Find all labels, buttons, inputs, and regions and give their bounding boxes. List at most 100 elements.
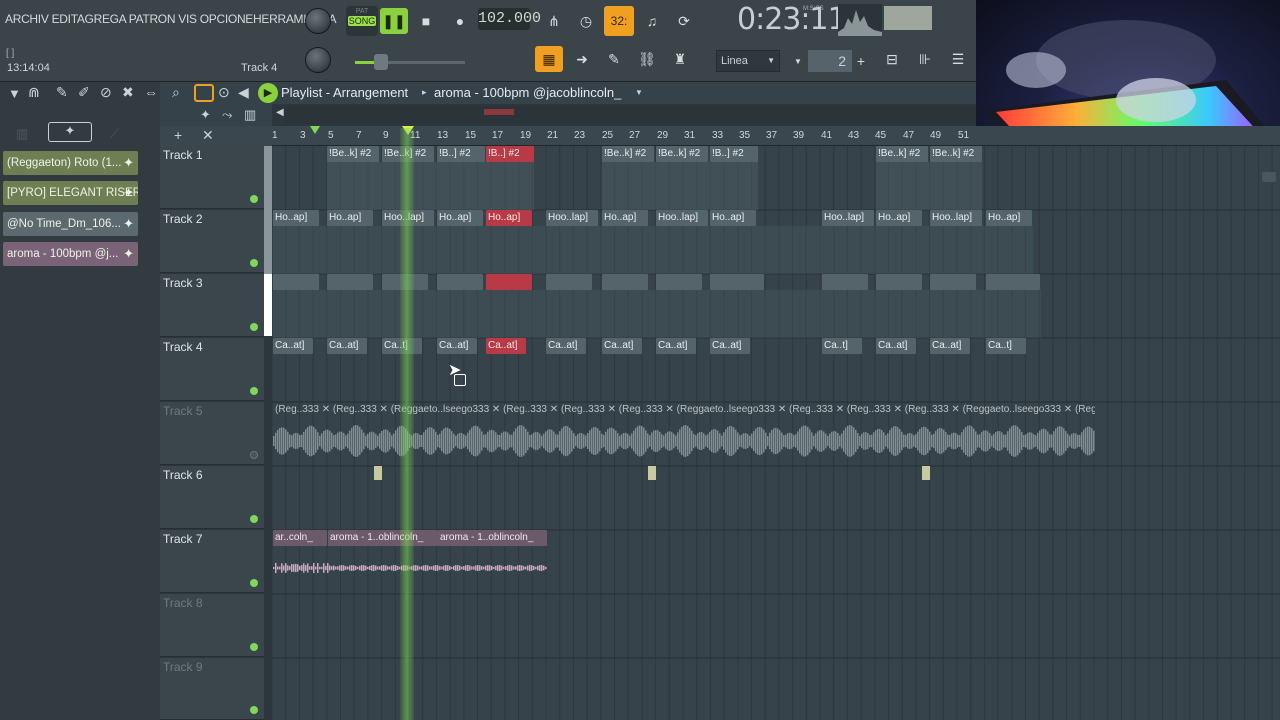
clip-track4[interactable]: Ca..at] [273, 338, 313, 354]
song-overview-bar[interactable] [284, 106, 976, 124]
pat-song-toggle[interactable]: PAT SONG [346, 6, 378, 36]
loop-record-button[interactable]: ⟳ [670, 8, 698, 34]
wait-record-button[interactable]: ◷ [572, 8, 600, 34]
clip-track1-selected[interactable]: !B..] #2 [486, 146, 534, 162]
picker-pattern-tab[interactable]: ▥ [16, 126, 28, 142]
record-button[interactable]: ● [446, 8, 474, 34]
link-button[interactable]: ⛓ [633, 46, 661, 72]
clip-track4[interactable]: Ca..t] [822, 338, 862, 354]
master-pitch-knob[interactable] [305, 47, 331, 73]
stop-button[interactable]: ■ [412, 8, 440, 34]
tempo-display[interactable]: 102.000 [478, 8, 541, 30]
track-header-8[interactable]: Track 8 [160, 594, 264, 657]
audio-clip-track7[interactable]: ar..coln_ [273, 530, 327, 546]
mixer-button[interactable]: ⊟ [878, 46, 906, 72]
audio-clip-labels-track5[interactable]: (Reg..333 ✕ (Reg..333 ✕ (Reggaeto..lseeg… [273, 402, 1095, 418]
close-icon[interactable]: ✕ [202, 127, 214, 144]
clip-track3[interactable] [273, 274, 319, 290]
clip-track3[interactable] [930, 274, 976, 290]
track-active-toggle[interactable] [250, 323, 258, 331]
playlist-grid[interactable]: !Be..k] #2 !Be..k] #2 !B..] #2 !B..] #2 … [272, 146, 1280, 720]
clip-track2[interactable]: Ho..ap] [273, 210, 319, 226]
channel-item-elegant-riser[interactable]: [PYRO] ELEGANT RISER ✦ [3, 181, 138, 205]
clip-track4-selected[interactable]: Ca..at] [486, 338, 526, 354]
clip-track2[interactable]: Hoo..lap] [822, 210, 874, 226]
time-display[interactable]: 0:23:11 [737, 2, 847, 37]
pitch-slider-thumb[interactable] [374, 54, 388, 70]
delete-tool-button[interactable]: ⊘ [100, 84, 112, 101]
paint-tool-button[interactable]: ✐ [78, 84, 90, 101]
timeline-ruler[interactable]: 1 3 5 7 9 11 13 15 17 19 21 23 25 27 29 … [272, 126, 1280, 146]
playlist-menu-arrow[interactable]: ▼ [8, 86, 21, 101]
clip-track4[interactable]: Ca..at] [876, 338, 916, 354]
track-active-toggle[interactable] [250, 387, 258, 395]
clip-track3-selected[interactable] [486, 274, 532, 290]
track-header-3[interactable]: Track 3 [160, 274, 264, 337]
track-header-5[interactable]: Track 5 [160, 402, 264, 465]
automation-marker[interactable] [648, 466, 656, 480]
automation-marker[interactable] [374, 466, 382, 480]
zoom-tool-button[interactable]: ⌕ [172, 84, 180, 101]
master-volume-knob[interactable] [305, 8, 331, 34]
clip-track2[interactable]: Ho..ap] [602, 210, 648, 226]
zoom-button[interactable]: ⊙ [218, 84, 230, 101]
step-display-button[interactable]: 32: [604, 6, 634, 36]
menu-vista[interactable]: VIS [178, 12, 197, 26]
clip-track2[interactable]: Ho..ap] [876, 210, 922, 226]
clip-track4[interactable]: Ca..at] [656, 338, 696, 354]
metronome-button[interactable]: ⋔ [540, 8, 568, 34]
clip-track3[interactable] [656, 274, 702, 290]
draw-tool-button[interactable]: ✎ [56, 84, 68, 101]
step-increase-button[interactable]: + [852, 48, 870, 74]
track-header-1[interactable]: Track 1 [160, 146, 264, 209]
clip-track3[interactable] [876, 274, 922, 290]
clip-track3[interactable] [602, 274, 648, 290]
snap-select[interactable]: Linea ▼ [716, 50, 780, 72]
clip-track2-selected[interactable]: Ho..ap] [486, 210, 532, 226]
clip-track3[interactable] [546, 274, 592, 290]
picker-audio-tab[interactable]: ✦ [48, 122, 92, 142]
clip-track2[interactable]: Ho..ap] [327, 210, 373, 226]
loop-start-marker[interactable] [310, 126, 320, 134]
track-active-toggle[interactable] [250, 195, 258, 203]
clip-track2[interactable]: Hoo..lap] [546, 210, 598, 226]
automation-marker[interactable] [922, 466, 930, 480]
vertical-scrollbar-thumb[interactable] [1262, 172, 1276, 182]
channel-item-aroma[interactable]: aroma - 100bpm @j... ✦ [3, 242, 138, 266]
clip-track4[interactable]: Ca..at] [710, 338, 750, 354]
pencil-tool-button[interactable]: ✎ [600, 46, 628, 72]
clip-track4[interactable]: Ca..t] [986, 338, 1026, 354]
clip-track3[interactable] [710, 274, 764, 290]
clip-track4[interactable]: Ca..at] [602, 338, 642, 354]
next-button[interactable]: ➜ [568, 46, 596, 72]
clip-track1[interactable]: !Be..k] #2 [327, 146, 379, 162]
clip-track1[interactable]: !B..] #2 [437, 146, 485, 162]
track-header-6[interactable]: Track 6 [160, 466, 264, 529]
menu-edita[interactable]: EDITA [52, 12, 85, 26]
menu-opciones[interactable]: OPCIONE [200, 12, 254, 26]
clip-track3[interactable] [986, 274, 1040, 290]
step-decrease-button[interactable]: ▼ [790, 48, 806, 74]
channel-rack-button[interactable]: ⊪ [911, 46, 939, 72]
menu-patron[interactable]: PATRON [129, 12, 176, 26]
clip-track1[interactable]: !Be..k] #2 [876, 146, 928, 162]
clip-track2[interactable]: Ho..ap] [437, 210, 483, 226]
clip-track4[interactable]: Ca..at] [546, 338, 586, 354]
blend-notes-button[interactable]: ♫ [638, 8, 666, 34]
stamp-button[interactable]: ♜ [666, 46, 694, 72]
menu-agrega[interactable]: GREGA [85, 12, 126, 26]
clip-track4[interactable]: Ca..at] [327, 338, 367, 354]
clip-track3[interactable] [822, 274, 868, 290]
typing-keyboard-button[interactable]: ▦ [535, 46, 563, 72]
menu-archivo[interactable]: ARCHIV [5, 12, 49, 26]
current-pattern-name[interactable]: aroma - 100bpm @jacoblincoln_ [434, 85, 621, 100]
clip-track1[interactable]: !B..] #2 [710, 146, 758, 162]
track-active-toggle[interactable] [250, 451, 258, 459]
slip-tool-button[interactable]: ⇔ [144, 84, 158, 100]
clip-track1[interactable]: !Be..k] #2 [602, 146, 654, 162]
clip-track2[interactable]: Hoo..lap] [930, 210, 982, 226]
clip-track2[interactable]: Ho..ap] [986, 210, 1032, 226]
channel-item-no-time[interactable]: @No Time_Dm_106... ✦ [3, 212, 138, 236]
select-tool-button[interactable] [194, 84, 214, 102]
piano-roll-button[interactable]: ☰ [944, 46, 972, 72]
